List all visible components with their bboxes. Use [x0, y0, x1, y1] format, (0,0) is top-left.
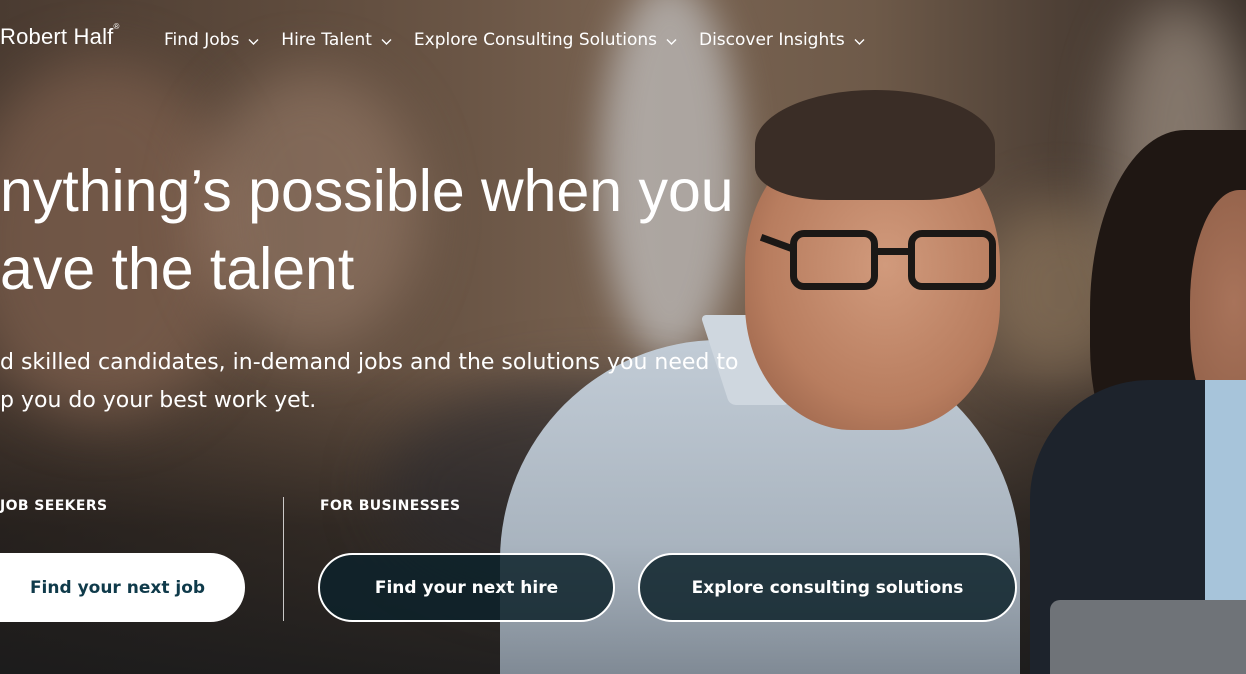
hero-headline: nything’s possible when you ave the tale…: [0, 158, 734, 302]
section-divider: [283, 497, 284, 621]
nav-find-jobs[interactable]: Find Jobs: [164, 30, 259, 50]
nav-hire-talent[interactable]: Hire Talent: [281, 30, 392, 50]
logo-text: Robert Half: [0, 24, 114, 49]
explore-consulting-button[interactable]: Explore consulting solutions: [638, 553, 1017, 622]
hero-photo-woman: [1030, 130, 1246, 674]
job-seekers-label: JOB SEEKERS: [0, 498, 108, 514]
nav-discover-insights[interactable]: Discover Insights: [699, 30, 865, 50]
find-next-job-button[interactable]: Find your next job: [0, 553, 245, 622]
main-menu: Find Jobs Hire Talent Explore Consulting…: [164, 30, 887, 50]
top-navigation: Robert Half® Find Jobs Hire Talent Explo…: [0, 0, 1246, 86]
nav-label: Explore Consulting Solutions: [413, 30, 657, 50]
nav-label: Hire Talent: [281, 30, 372, 50]
chevron-down-icon: [666, 36, 677, 47]
find-next-hire-button[interactable]: Find your next hire: [318, 553, 615, 622]
chevron-down-icon: [381, 36, 392, 47]
businesses-label: FOR BUSINESSES: [320, 498, 461, 514]
nav-label: Find Jobs: [164, 30, 240, 50]
glasses-lens: [908, 230, 996, 290]
chevron-down-icon: [854, 36, 865, 47]
logo-mark: ®: [113, 22, 120, 31]
nav-label: Discover Insights: [698, 30, 845, 50]
nav-explore-consulting[interactable]: Explore Consulting Solutions: [414, 30, 677, 50]
hero-subheading: d skilled candidates, in-demand jobs and…: [0, 350, 739, 413]
laptop-shape: [1050, 600, 1246, 674]
chevron-down-icon: [248, 36, 259, 47]
robert-half-logo[interactable]: Robert Half®: [0, 22, 120, 50]
